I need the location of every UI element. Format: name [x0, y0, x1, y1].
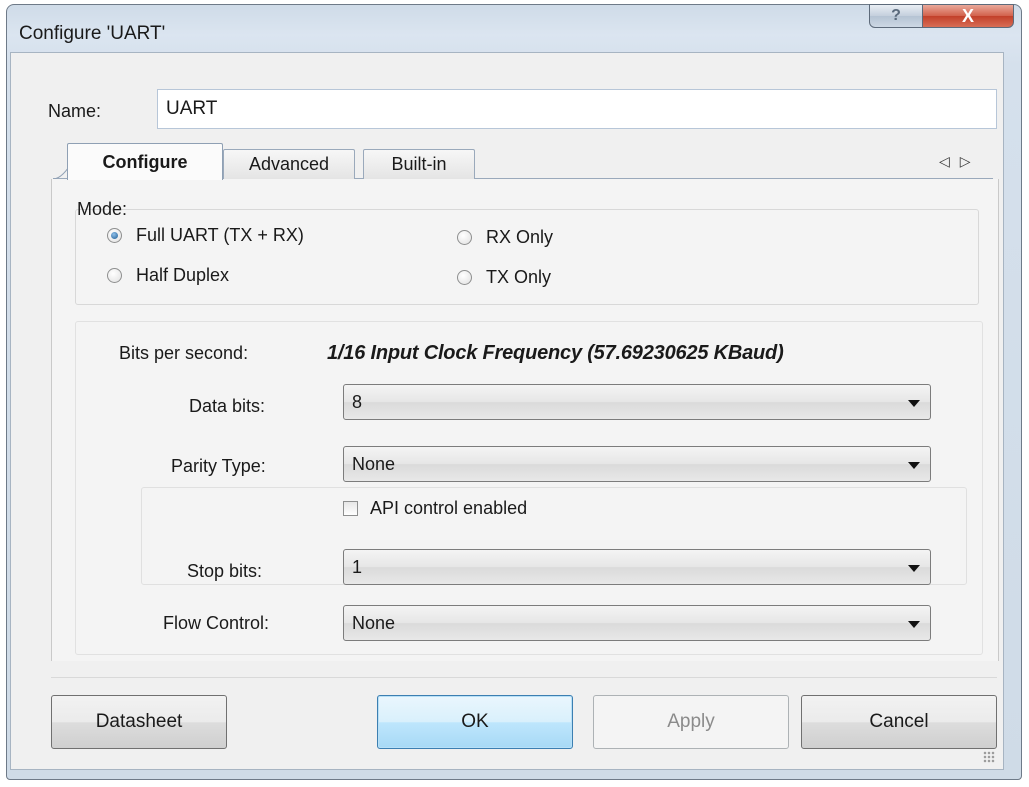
name-input[interactable] [157, 89, 997, 129]
radio-unselected-icon [457, 230, 472, 245]
data-bits-label: Data bits: [189, 396, 266, 416]
tab-built-in[interactable]: Built-in [363, 149, 475, 179]
radio-half-duplex-label: Half Duplex [136, 265, 230, 285]
parity-type-label: Parity Type: [171, 456, 266, 476]
flow-control-dropdown[interactable]: None [343, 605, 931, 641]
api-control-checkbox[interactable]: API control enabled [343, 498, 527, 519]
datasheet-button[interactable]: Datasheet [51, 695, 227, 749]
mode-group [75, 209, 979, 305]
mode-label: Mode: [77, 199, 128, 219]
cancel-button[interactable]: Cancel [801, 695, 997, 749]
tab-scroll-right-icon[interactable]: ▷ [960, 153, 981, 169]
radio-tx-only-label: TX Only [486, 267, 552, 287]
radio-rx-only[interactable]: RX Only [457, 227, 553, 248]
ok-button[interactable]: OK [377, 695, 573, 749]
tab-advanced[interactable]: Advanced [223, 149, 355, 179]
tab-scroll-left-icon[interactable]: ◁ [939, 153, 960, 169]
stop-bits-value: 1 [352, 556, 363, 577]
parity-type-value: None [352, 453, 396, 474]
stop-bits-label: Stop bits: [187, 561, 263, 581]
data-bits-dropdown[interactable]: 8 [343, 384, 931, 420]
apply-button[interactable]: Apply [593, 695, 789, 749]
button-separator [51, 677, 997, 678]
resize-grip-icon[interactable] [983, 751, 995, 763]
close-icon: X [961, 5, 974, 26]
api-control-label: API control enabled [370, 498, 528, 518]
close-button[interactable]: X [922, 4, 1014, 28]
radio-full-uart-label: Full UART (TX + RX) [136, 225, 304, 245]
chevron-down-icon [908, 400, 920, 407]
chevron-down-icon [908, 565, 920, 572]
radio-half-duplex[interactable]: Half Duplex [107, 265, 229, 286]
chevron-down-icon [908, 621, 920, 628]
chevron-down-icon [908, 462, 920, 469]
flow-control-label: Flow Control: [163, 613, 270, 633]
parity-type-dropdown[interactable]: None [343, 446, 931, 482]
radio-unselected-icon [107, 268, 122, 283]
radio-unselected-icon [457, 270, 472, 285]
radio-rx-only-label: RX Only [486, 227, 554, 247]
dialog-client-area: Name: Configure Advanced Built-in ◁▷ Mod… [10, 52, 1004, 770]
tab-scroll-arrows[interactable]: ◁▷ [939, 153, 981, 170]
help-button[interactable]: ? [869, 4, 923, 28]
flow-control-value: None [352, 612, 396, 633]
radio-selected-icon [107, 228, 122, 243]
stop-bits-dropdown[interactable]: 1 [343, 549, 931, 585]
tab-configure[interactable]: Configure [67, 143, 223, 180]
checkbox-unchecked-icon [343, 501, 358, 516]
bps-value: 1/16 Input Clock Frequency (57.69230625 … [327, 342, 784, 364]
name-label: Name: [48, 101, 102, 121]
help-icon: ? [891, 7, 901, 24]
data-bits-value: 8 [352, 391, 363, 412]
window-title: Configure 'UART' [19, 23, 166, 44]
radio-tx-only[interactable]: TX Only [457, 267, 551, 288]
bps-label: Bits per second: [119, 343, 249, 363]
radio-full-uart[interactable]: Full UART (TX + RX) [107, 225, 304, 246]
